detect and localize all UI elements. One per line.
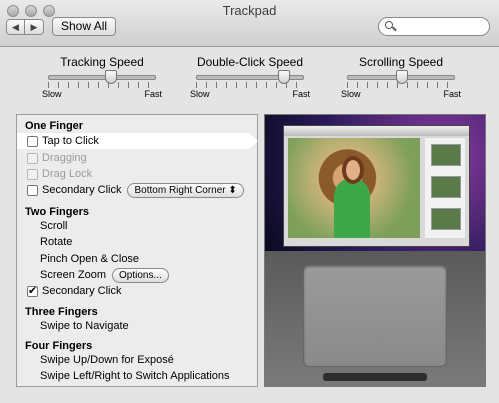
swipe-navigate-row[interactable]: Swipe to Navigate bbox=[40, 319, 129, 334]
slider-label: Scrolling Speed bbox=[358, 55, 444, 69]
forward-button[interactable]: ▶ bbox=[25, 19, 44, 35]
secondary-click-two-finger-row[interactable]: Secondary Click bbox=[27, 284, 121, 299]
section-one-finger: One Finger bbox=[25, 120, 84, 132]
back-button[interactable]: ◀ bbox=[6, 19, 25, 35]
preview-thumbnails bbox=[425, 138, 465, 238]
preview-trackpad-area bbox=[265, 251, 485, 386]
drag-lock-checkbox bbox=[27, 169, 38, 180]
drag-lock-label: Drag Lock bbox=[42, 168, 93, 180]
scroll-row[interactable]: Scroll bbox=[40, 219, 68, 234]
secondary-click-popup[interactable]: Bottom Right Corner ⬍ bbox=[127, 183, 244, 198]
thumbnail bbox=[431, 144, 461, 166]
slider-min-label: Slow bbox=[190, 89, 210, 99]
slider-max-label: Fast bbox=[443, 89, 461, 99]
slider-max-label: Fast bbox=[144, 89, 162, 99]
pinch-row[interactable]: Pinch Open & Close bbox=[40, 252, 139, 267]
thumbnail bbox=[431, 176, 461, 198]
slider-max-label: Fast bbox=[292, 89, 310, 99]
slider-min-label: Slow bbox=[42, 89, 62, 99]
secondary-click-label: Secondary Click bbox=[42, 184, 122, 196]
swipe-switch-label: Swipe Left/Right to Switch Applications bbox=[40, 370, 230, 382]
search-input[interactable] bbox=[397, 19, 487, 36]
secondary-click-label: Secondary Click bbox=[42, 285, 122, 297]
scrolling-speed-slider: Scrolling Speed Slow Fast bbox=[341, 55, 461, 99]
swipe-expose-label: Swipe Up/Down for Exposé bbox=[40, 354, 174, 366]
slider-label: Double-Click Speed bbox=[196, 55, 304, 69]
tap-to-click-row[interactable]: Tap to Click bbox=[27, 134, 99, 149]
slider-min-label: Slow bbox=[341, 89, 361, 99]
preview-app-window bbox=[283, 125, 470, 247]
slider-track[interactable] bbox=[347, 70, 455, 84]
rotate-label: Rotate bbox=[40, 236, 73, 248]
tap-to-click-label: Tap to Click bbox=[42, 135, 99, 147]
preview-app-titlebar bbox=[284, 126, 469, 136]
slider-track[interactable] bbox=[48, 70, 156, 84]
slider-ticks bbox=[196, 82, 304, 88]
secondary-click-checkbox[interactable] bbox=[27, 185, 38, 196]
preview-photo bbox=[288, 138, 420, 238]
nav-buttons: ◀ ▶ bbox=[6, 19, 44, 35]
dragging-row: Dragging bbox=[27, 151, 87, 166]
section-two-fingers: Two Fingers bbox=[25, 206, 89, 218]
section-four-fingers: Four Fingers bbox=[25, 340, 93, 352]
swipe-navigate-label: Swipe to Navigate bbox=[40, 320, 129, 332]
secondary-click-one-finger-row[interactable]: Secondary Click Bottom Right Corner ⬍ bbox=[27, 183, 244, 198]
tracking-speed-slider: Tracking Speed Slow Fast bbox=[42, 55, 162, 99]
secondary-click-checked-checkbox[interactable] bbox=[27, 284, 38, 299]
back-icon: ◀ bbox=[12, 22, 19, 32]
gesture-list: One Finger Tap to Click Dragging Drag Lo… bbox=[16, 114, 258, 387]
search-icon bbox=[385, 21, 393, 29]
rotate-row[interactable]: Rotate bbox=[40, 235, 72, 250]
gesture-preview-video bbox=[264, 114, 486, 387]
options-button[interactable]: Options... bbox=[112, 268, 169, 283]
drag-lock-row: Drag Lock bbox=[27, 167, 92, 182]
preview-person bbox=[334, 178, 370, 238]
dragging-checkbox bbox=[27, 153, 38, 164]
pinch-label: Pinch Open & Close bbox=[40, 253, 140, 265]
search-field[interactable] bbox=[378, 17, 490, 36]
tap-to-click-checkbox[interactable] bbox=[27, 136, 38, 147]
slider-ticks bbox=[347, 82, 455, 88]
forward-icon: ▶ bbox=[30, 22, 38, 32]
dragging-label: Dragging bbox=[42, 152, 87, 164]
popup-value: Bottom Right Corner bbox=[134, 185, 226, 196]
preview-screen bbox=[265, 115, 485, 251]
show-all-button[interactable]: Show All bbox=[52, 17, 117, 36]
swipe-expose-row[interactable]: Swipe Up/Down for Exposé bbox=[40, 353, 174, 368]
slider-track[interactable] bbox=[196, 70, 304, 84]
trackpad-surface bbox=[303, 265, 447, 367]
slider-ticks bbox=[48, 82, 156, 88]
trackpad-button bbox=[323, 373, 427, 381]
titlebar: Trackpad ◀ ▶ Show All bbox=[0, 0, 499, 47]
window-title: Trackpad bbox=[222, 3, 277, 18]
scroll-label: Scroll bbox=[40, 220, 68, 232]
trackpad-window: Trackpad ◀ ▶ Show All Tracking Speed Slo… bbox=[0, 0, 499, 403]
preview-face bbox=[342, 156, 364, 184]
slider-label: Tracking Speed bbox=[60, 55, 144, 69]
double-click-speed-slider: Double-Click Speed Slow Fast bbox=[190, 55, 310, 99]
screen-zoom-row[interactable]: Screen Zoom Options... bbox=[40, 268, 169, 283]
screen-zoom-label: Screen Zoom bbox=[40, 269, 107, 281]
thumbnail bbox=[431, 208, 461, 230]
section-three-fingers: Three Fingers bbox=[25, 306, 98, 318]
swipe-switch-row[interactable]: Swipe Left/Right to Switch Applications bbox=[40, 369, 230, 384]
